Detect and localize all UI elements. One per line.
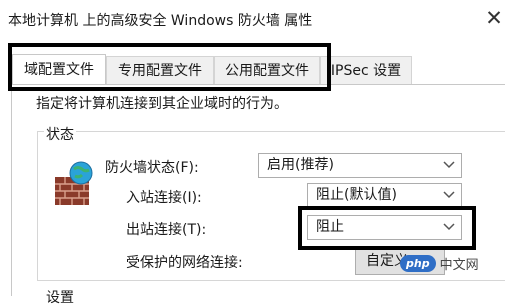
outbound-connections-label: 出站连接(T): (126, 222, 207, 238)
watermark-badge: php (400, 254, 436, 272)
firewall-state-value: 启用(推荐) (267, 157, 334, 173)
watermark: php 中文网 (400, 252, 479, 274)
firewall-state-label: 防火墙状态(F): (105, 160, 199, 176)
tabs-highlight-box (8, 43, 331, 91)
close-icon[interactable]: ✕ (482, 5, 505, 31)
inbound-connections-label: 入站连接(I): (126, 190, 202, 206)
watermark-text: 中文网 (439, 257, 479, 273)
tab-ipsec-settings[interactable]: IPSec 设置 (320, 56, 412, 84)
profile-description: 指定将计算机连接到其企业域时的行为。 (36, 96, 288, 112)
outbound-highlight-box (298, 206, 476, 250)
chevron-down-icon (443, 161, 455, 169)
state-group-label: 状态 (44, 124, 76, 144)
firewall-shield-icon (55, 161, 93, 205)
inbound-connections-select[interactable]: 阻止(默认值) (307, 183, 462, 208)
window-title: 本地计算机 上的高级安全 Windows 防火墙 属性 (8, 13, 313, 29)
settings-group-label: 设置 (44, 287, 76, 307)
firewall-state-select[interactable]: 启用(推荐) (258, 153, 462, 178)
inbound-connections-value: 阻止(默认值) (316, 187, 397, 203)
chevron-down-icon (443, 191, 455, 199)
title-bar: 本地计算机 上的高级安全 Windows 防火墙 属性 ✕ (0, 0, 505, 38)
protected-connections-label: 受保护的网络连接: (126, 255, 243, 271)
